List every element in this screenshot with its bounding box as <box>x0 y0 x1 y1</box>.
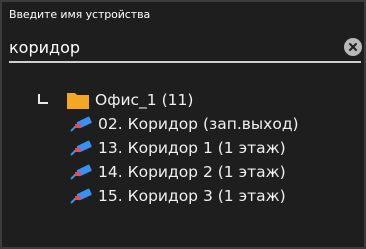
device-search-panel: Введите имя устройства Офис_1 (11) <box>0 0 366 249</box>
folder-label: Офис_1 (11) <box>95 91 194 109</box>
tree-device-item[interactable]: 14. Коридор 2 (1 этаж) <box>68 160 286 184</box>
camera-icon <box>70 164 92 180</box>
camera-icon <box>70 140 92 156</box>
device-label: 13. Коридор 1 (1 этаж) <box>98 139 286 157</box>
tree-device-item[interactable]: 13. Коридор 1 (1 этаж) <box>68 136 286 160</box>
device-label: 02. Коридор (зап.выход) <box>98 115 299 133</box>
clear-search-button[interactable] <box>344 38 362 56</box>
device-label: 15. Коридор 3 (1 этаж) <box>98 187 286 205</box>
tree-folder-office[interactable]: Офис_1 (11) <box>37 88 193 112</box>
search-label: Введите имя устройства <box>9 8 151 21</box>
search-underline <box>9 61 361 63</box>
camera-icon <box>70 188 92 204</box>
tree-connector-icon <box>38 94 48 104</box>
camera-icon <box>70 116 92 132</box>
close-circle-icon <box>349 43 357 51</box>
tree-device-item[interactable]: 02. Коридор (зап.выход) <box>68 112 299 136</box>
tree-device-item[interactable]: 15. Коридор 3 (1 этаж) <box>68 184 286 208</box>
device-search-input[interactable] <box>9 34 319 60</box>
folder-icon <box>67 93 89 109</box>
device-label: 14. Коридор 2 (1 этаж) <box>98 163 286 181</box>
search-row <box>9 34 362 63</box>
